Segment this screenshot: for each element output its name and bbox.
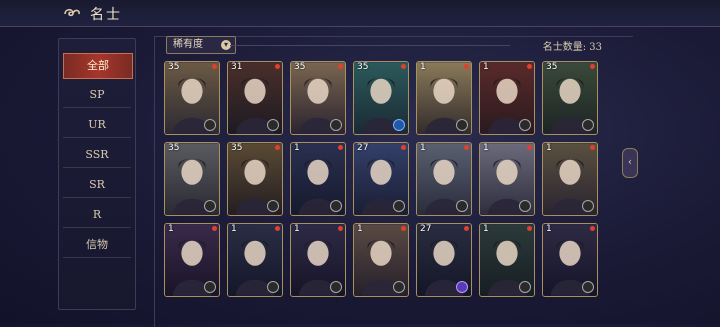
notification-dot — [275, 226, 280, 231]
character-card[interactable]: 1 — [479, 142, 535, 216]
card-level: 1 — [168, 224, 174, 234]
notification-dot — [527, 226, 532, 231]
card-level: 1 — [231, 224, 237, 234]
rank-badge-icon — [267, 200, 279, 212]
notification-dot — [527, 145, 532, 150]
character-card[interactable]: 1 — [416, 61, 472, 135]
rank-badge-icon — [582, 119, 594, 131]
character-card[interactable]: 1 — [290, 223, 346, 297]
card-level: 35 — [546, 62, 558, 72]
notification-dot — [212, 226, 217, 231]
notification-dot — [338, 64, 343, 69]
card-level: 35 — [168, 62, 180, 72]
card-level: 1 — [483, 224, 489, 234]
card-level: 35 — [168, 143, 180, 153]
card-level: 1 — [546, 224, 552, 234]
notification-dot — [338, 145, 343, 150]
card-level: 1 — [294, 143, 300, 153]
cloud-scroll-icon[interactable] — [63, 5, 81, 21]
card-level: 31 — [231, 62, 243, 72]
notification-dot — [590, 64, 595, 69]
notification-dot — [275, 145, 280, 150]
rank-badge-icon — [330, 119, 342, 131]
page-title: 名士 — [90, 7, 122, 23]
character-card[interactable]: 1 — [542, 142, 598, 216]
character-card[interactable]: 35 — [542, 61, 598, 135]
card-level: 1 — [357, 224, 363, 234]
character-card[interactable]: 1 — [479, 61, 535, 135]
notification-dot — [464, 226, 469, 231]
rank-badge-icon — [204, 119, 216, 131]
rank-badge-icon — [519, 119, 531, 131]
rank-badge-icon — [456, 281, 468, 293]
rank-badge-icon — [519, 200, 531, 212]
rank-badge-icon — [330, 281, 342, 293]
notification-dot — [464, 64, 469, 69]
card-level: 1 — [483, 143, 489, 153]
character-count: 名士数量: 33 — [542, 42, 602, 53]
notification-dot — [590, 226, 595, 231]
card-level: 27 — [420, 224, 432, 234]
card-level: 1 — [483, 62, 489, 72]
card-level: 35 — [231, 143, 243, 153]
rank-badge-icon — [519, 281, 531, 293]
rank-badge-icon — [204, 200, 216, 212]
sidebar-item-ssr[interactable]: SSR — [63, 143, 131, 168]
rank-badge-icon — [582, 281, 594, 293]
card-level: 35 — [294, 62, 306, 72]
rank-badge-icon — [582, 200, 594, 212]
chevron-left-icon[interactable]: ‹ — [622, 148, 638, 178]
card-level: 35 — [357, 62, 369, 72]
sidebar-item-all[interactable]: 全部 — [63, 53, 133, 79]
notification-dot — [275, 64, 280, 69]
sidebar-item-token[interactable]: 信物 — [63, 233, 131, 258]
character-card[interactable]: 1 — [164, 223, 220, 297]
card-level: 1 — [420, 143, 426, 153]
character-card[interactable]: 1 — [416, 142, 472, 216]
notification-dot — [401, 145, 406, 150]
character-card[interactable]: 35 — [164, 142, 220, 216]
rarity-sidebar: 全部 SP UR SSR SR R 信物 — [58, 38, 136, 310]
rank-badge-icon — [330, 200, 342, 212]
character-card[interactable]: 35 — [227, 142, 283, 216]
notification-dot — [338, 226, 343, 231]
top-bar: 名士 — [0, 0, 720, 27]
character-card[interactable]: 31 — [227, 61, 283, 135]
rank-badge-icon — [456, 200, 468, 212]
filter-label: 稀有度 — [173, 39, 203, 50]
notification-dot — [590, 145, 595, 150]
sidebar-item-r[interactable]: R — [63, 203, 131, 228]
rank-badge-icon — [267, 281, 279, 293]
rank-badge-icon — [393, 119, 405, 131]
character-card[interactable]: 1 — [542, 223, 598, 297]
card-level: 1 — [546, 143, 552, 153]
character-card[interactable]: 1 — [290, 142, 346, 216]
character-card[interactable]: 35 — [290, 61, 346, 135]
card-level: 1 — [294, 224, 300, 234]
notification-dot — [212, 64, 217, 69]
rank-badge-icon — [393, 200, 405, 212]
rank-badge-icon — [393, 281, 405, 293]
character-card[interactable]: 35 — [353, 61, 409, 135]
sidebar-item-sp[interactable]: SP — [63, 83, 131, 108]
character-card[interactable]: 27 — [416, 223, 472, 297]
character-card[interactable]: 35 — [164, 61, 220, 135]
divider — [230, 45, 510, 46]
sidebar-item-sr[interactable]: SR — [63, 173, 131, 198]
card-level: 1 — [420, 62, 426, 72]
character-card[interactable]: 1 — [479, 223, 535, 297]
sidebar-item-ur[interactable]: UR — [63, 113, 131, 138]
rank-badge-icon — [456, 119, 468, 131]
character-card[interactable]: 27 — [353, 142, 409, 216]
character-card[interactable]: 1 — [353, 223, 409, 297]
notification-dot — [401, 226, 406, 231]
rank-badge-icon — [204, 281, 216, 293]
notification-dot — [401, 64, 406, 69]
notification-dot — [527, 64, 532, 69]
rarity-filter-dropdown[interactable]: 稀有度 ▾ — [166, 36, 236, 54]
character-card[interactable]: 1 — [227, 223, 283, 297]
rank-badge-icon — [267, 119, 279, 131]
notification-dot — [464, 145, 469, 150]
card-level: 27 — [357, 143, 369, 153]
